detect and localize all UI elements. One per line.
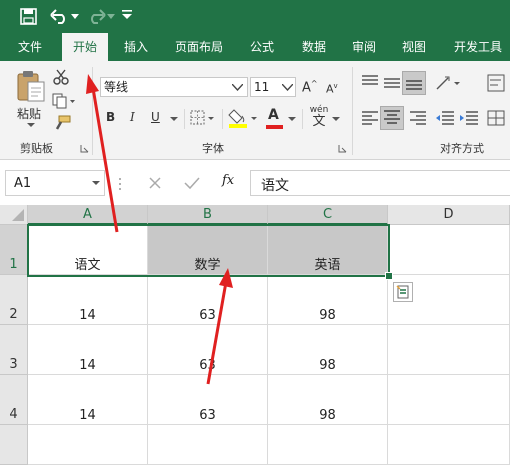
annotation-arrows [86, 74, 233, 385]
annotation-arrow [86, 74, 119, 233]
annotation-arrow [206, 268, 233, 385]
